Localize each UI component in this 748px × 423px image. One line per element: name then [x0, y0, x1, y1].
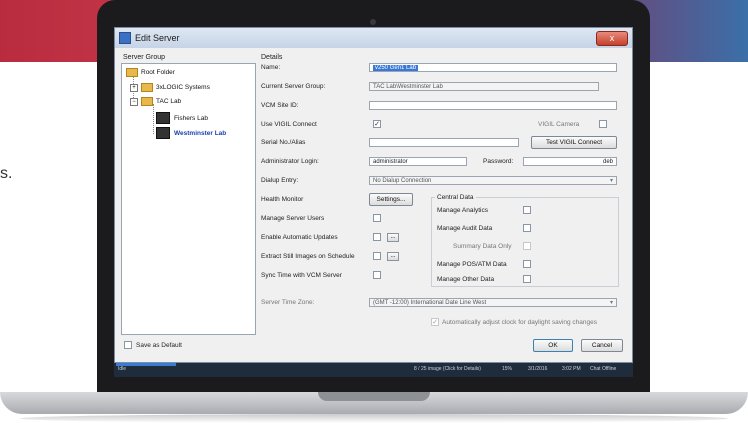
- edit-icon: [119, 32, 131, 44]
- dialup-label: Dialup Entry:: [261, 177, 299, 184]
- server-icon: [156, 127, 170, 139]
- extract-images-checkbox[interactable]: [373, 252, 381, 260]
- summary-data-checkbox[interactable]: [523, 242, 531, 250]
- manage-other-label: Manage Other Data: [437, 276, 495, 283]
- serial-label: Serial No./Alias: [261, 139, 306, 146]
- manage-users-label: Manage Server Users: [261, 215, 325, 222]
- timezone-select[interactable]: (GMT -12:00) International Date Line Wes…: [369, 298, 617, 307]
- name-field[interactable]: v250 Gen1 Lab: [369, 63, 617, 72]
- status-date: 3/1/2016: [528, 366, 548, 372]
- password-field[interactable]: deb: [523, 157, 617, 166]
- save-default-label: Save as Default: [136, 342, 182, 349]
- use-vigil-label: Use VIGIL Connect: [261, 121, 317, 128]
- tree-item-label: Root Folder: [141, 69, 175, 76]
- status-bar: Idle 8 / 25 image (Click for Details) 15…: [114, 363, 633, 377]
- edit-server-dialog: Edit Server x Server Group Root Folder +…: [114, 27, 633, 363]
- sync-time-checkbox[interactable]: [373, 271, 381, 279]
- dst-checkbox[interactable]: ✓: [431, 318, 439, 326]
- expand-icon[interactable]: +: [130, 83, 138, 92]
- server-group-tree[interactable]: Root Folder + 3xLOGIC Systems − TAC Lab …: [121, 63, 256, 335]
- tree-item-fishers-lab[interactable]: Fishers Lab: [156, 112, 208, 124]
- manage-pos-checkbox[interactable]: [523, 260, 531, 268]
- admin-login-field[interactable]: administrator: [369, 157, 467, 166]
- server-group-label: Server Group: [123, 54, 166, 61]
- test-vigil-connect-button[interactable]: Test VIGIL Connect: [531, 136, 617, 149]
- manage-other-checkbox[interactable]: [523, 275, 531, 283]
- timezone-label: Server Time Zone:: [261, 299, 315, 306]
- timezone-value: (GMT -12:00) International Date Line Wes…: [373, 300, 487, 306]
- status-image-text[interactable]: 8 / 25 image (Click for Details): [414, 366, 481, 372]
- details-panel: Name: v250 Gen1 Lab Current Server Group…: [259, 63, 627, 333]
- manage-users-checkbox[interactable]: [373, 214, 381, 222]
- close-button[interactable]: x: [596, 31, 628, 46]
- summary-data-label: Summary Data Only: [453, 243, 512, 250]
- laptop-shadow: [20, 414, 728, 423]
- vigil-camera-label: VIGIL Camera: [538, 121, 580, 128]
- dialup-select[interactable]: No Dialup Connection ▾: [369, 176, 617, 185]
- manage-pos-label: Manage POS/ATM Data: [437, 261, 507, 268]
- current-group-field: TAC Lab\Westminster Lab: [369, 82, 599, 91]
- tree-connector: [153, 104, 154, 134]
- save-default-checkbox[interactable]: [124, 341, 132, 349]
- laptop-notch: [318, 392, 430, 401]
- manage-audit-label: Manage Audit Data: [437, 225, 493, 232]
- tree-item-3xlogic-systems[interactable]: + 3xLOGIC Systems: [130, 83, 210, 92]
- vcm-site-label: VCM Site ID:: [261, 102, 299, 109]
- name-label: Name:: [261, 64, 281, 71]
- status-percent: 15%: [502, 366, 513, 372]
- vcm-site-field[interactable]: [369, 101, 617, 110]
- extract-images-options-button[interactable]: ...: [387, 252, 399, 261]
- manage-analytics-checkbox[interactable]: [523, 206, 531, 214]
- dialup-value: No Dialup Connection: [373, 178, 432, 184]
- chevron-down-icon: ▾: [609, 300, 613, 306]
- serial-field[interactable]: [369, 138, 519, 147]
- status-left-text: Idle: [118, 366, 127, 372]
- tree-item-label: TAC Lab: [156, 98, 182, 105]
- name-value: v250 Gen1 Lab: [373, 65, 419, 71]
- health-settings-button[interactable]: Settings...: [369, 193, 413, 206]
- manage-audit-checkbox[interactable]: [523, 224, 531, 232]
- use-vigil-checkbox[interactable]: ✓: [373, 120, 381, 128]
- password-label: Password:: [483, 158, 514, 165]
- details-label: Details: [261, 54, 283, 61]
- auto-updates-checkbox[interactable]: [373, 233, 381, 241]
- ok-button[interactable]: OK: [533, 339, 573, 352]
- server-icon: [156, 112, 170, 124]
- tree-item-label: Fishers Lab: [174, 114, 208, 122]
- dialog-titlebar: Edit Server: [115, 28, 632, 48]
- extract-images-label: Extract Still Images on Schedule: [261, 253, 355, 260]
- auto-updates-label: Enable Automatic Updates: [261, 234, 338, 241]
- tree-item-westminster-lab[interactable]: Westminster Lab: [156, 127, 226, 139]
- tree-item-tac-lab[interactable]: − TAC Lab: [130, 97, 181, 106]
- manage-analytics-label: Manage Analytics: [437, 207, 488, 214]
- current-group-label: Current Server Group:: [261, 83, 326, 90]
- laptop-lid: Edit Server x Server Group Root Folder +…: [97, 0, 650, 395]
- vigil-camera-checkbox[interactable]: [599, 120, 607, 128]
- collapse-icon[interactable]: −: [130, 97, 138, 106]
- status-user: Chat Offline: [590, 366, 617, 372]
- health-monitor-label: Health Monitor: [261, 196, 304, 203]
- folder-icon: [141, 97, 153, 106]
- background-text: s.: [0, 165, 13, 182]
- status-time: 3:02 PM: [562, 366, 581, 372]
- sync-time-label: Sync Time with VCM Server: [261, 272, 342, 279]
- dst-label: Automatically adjust clock for daylight …: [442, 319, 597, 326]
- tree-item-root-folder[interactable]: Root Folder: [126, 68, 175, 77]
- folder-icon: [126, 68, 138, 77]
- auto-updates-options-button[interactable]: ...: [387, 233, 399, 242]
- chevron-down-icon: ▾: [609, 178, 613, 184]
- folder-icon: [141, 83, 153, 92]
- dialog-title: Edit Server: [135, 33, 180, 43]
- laptop-screen: Edit Server x Server Group Root Folder +…: [114, 27, 633, 377]
- tree-item-label: Westminster Lab: [174, 129, 227, 137]
- tree-item-label: 3xLOGIC Systems: [156, 84, 210, 91]
- cancel-button[interactable]: Cancel: [581, 339, 623, 352]
- admin-login-label: Administrator Login:: [261, 158, 319, 165]
- webcam-icon: [370, 19, 376, 25]
- central-data-label: Central Data: [435, 194, 476, 201]
